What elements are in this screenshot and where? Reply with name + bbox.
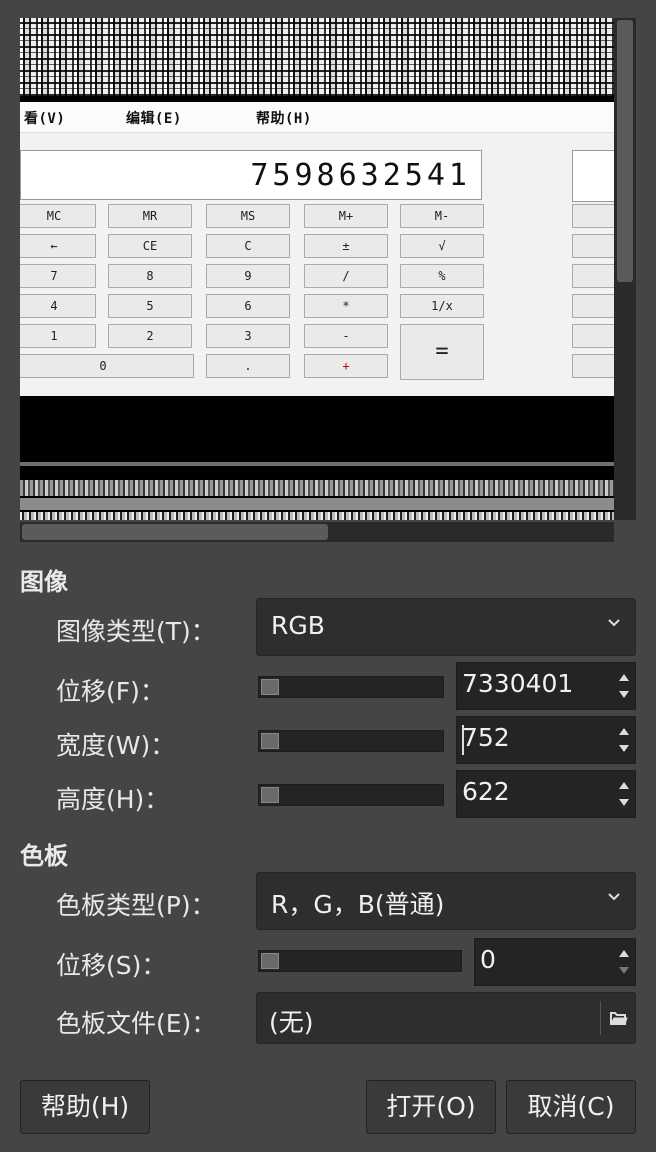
preview-key-right (572, 354, 614, 378)
width-spinbox[interactable]: 752 (456, 716, 636, 764)
preview-key: + (304, 354, 388, 378)
preview-key: - (304, 324, 388, 348)
preview-key: . (206, 354, 290, 378)
scrollbar-thumb[interactable] (22, 524, 328, 540)
spin-up-icon[interactable] (619, 950, 629, 957)
preview-key: 5 (108, 294, 192, 318)
preview-vertical-scrollbar[interactable] (614, 18, 636, 520)
spin-up-icon[interactable] (619, 782, 629, 789)
chevron-down-icon (608, 893, 620, 901)
scrollbar-thumb[interactable] (617, 20, 633, 282)
open-button[interactable]: 打开(O) (366, 1080, 496, 1134)
open-file-button[interactable] (601, 993, 635, 1043)
offset-spinbox[interactable]: 7330401 (456, 662, 636, 710)
preview-key-right (572, 204, 614, 228)
width-label: 宽度(W)： (56, 731, 176, 760)
preview-menu-view: 看(V) (24, 111, 66, 127)
preview-key: 0 (20, 354, 194, 378)
palette-type-label: 色板类型(P)： (56, 891, 216, 920)
palette-section-title: 色板 (20, 842, 68, 870)
preview-key-right (572, 324, 614, 348)
spin-up-icon[interactable] (619, 674, 629, 681)
spin-down-icon[interactable] (619, 967, 629, 974)
palette-offset-slider[interactable] (258, 950, 462, 972)
spin-down-icon[interactable] (619, 691, 629, 698)
preview-key: = (400, 324, 484, 380)
palette-type-select[interactable]: R，G，B(普通) (256, 872, 636, 930)
preview-noise-bottom (20, 398, 614, 520)
width-value: 752 (462, 723, 510, 752)
open-file-icon (610, 1012, 628, 1025)
preview-display-right (572, 150, 614, 202)
height-label: 高度(H)： (56, 785, 170, 814)
slider-handle[interactable] (261, 787, 279, 803)
preview-key: √ (400, 234, 484, 258)
preview-key: ± (304, 234, 388, 258)
palette-type-value: R，G，B(普通) (271, 890, 445, 919)
preview-key: 8 (108, 264, 192, 288)
offset-value: 7330401 (462, 669, 574, 698)
preview-calculator: 看(V) 编辑(E) 帮助(H) 7598632541 MC MR MS M+ … (20, 102, 614, 396)
palette-offset-value: 0 (480, 945, 496, 974)
palette-offset-spinbox[interactable]: 0 (474, 938, 636, 986)
preview-display: 7598632541 (20, 150, 482, 200)
preview-key: 1/x (400, 294, 484, 318)
slider-handle[interactable] (261, 953, 279, 969)
preview-key-right (572, 234, 614, 258)
preview-key: 1 (20, 324, 96, 348)
slider-handle[interactable] (261, 679, 279, 695)
preview-key: 3 (206, 324, 290, 348)
preview-key: % (400, 264, 484, 288)
preview-key: 2 (108, 324, 192, 348)
raw-image-preview: 看(V) 编辑(E) 帮助(H) 7598632541 MC MR MS M+ … (20, 18, 614, 520)
spin-down-icon[interactable] (619, 745, 629, 752)
preview-key: MR (108, 204, 192, 228)
preview-key: ← (20, 234, 96, 258)
preview-key: 9 (206, 264, 290, 288)
image-section-title: 图像 (20, 568, 68, 596)
palette-file-value: (无) (269, 1008, 314, 1037)
preview-menubar: 看(V) 编辑(E) 帮助(H) (20, 102, 614, 133)
spin-up-icon[interactable] (619, 728, 629, 735)
chevron-down-icon (608, 619, 620, 627)
spin-down-icon[interactable] (619, 799, 629, 806)
preview-key: M+ (304, 204, 388, 228)
preview-key: M- (400, 204, 484, 228)
slider-handle[interactable] (261, 733, 279, 749)
preview-key: * (304, 294, 388, 318)
preview-key: / (304, 264, 388, 288)
preview-horizontal-scrollbar[interactable] (20, 522, 614, 542)
preview-menu-help: 帮助(H) (256, 111, 312, 127)
preview-key: MC (20, 204, 96, 228)
preview-key-right (572, 264, 614, 288)
preview-key: CE (108, 234, 192, 258)
palette-file-label: 色板文件(E)： (56, 1009, 217, 1038)
width-slider[interactable] (258, 730, 444, 752)
preview-key-right (572, 294, 614, 318)
image-type-select[interactable]: RGB (256, 598, 636, 656)
height-slider[interactable] (258, 784, 444, 806)
height-spinbox[interactable]: 622 (456, 770, 636, 818)
preview-menu-edit: 编辑(E) (126, 111, 182, 127)
palette-offset-label: 位移(S)： (56, 951, 167, 980)
preview-key: 7 (20, 264, 96, 288)
preview-key: 4 (20, 294, 96, 318)
image-type-value: RGB (271, 611, 325, 640)
cancel-button[interactable]: 取消(C) (506, 1080, 636, 1134)
preview-key: MS (206, 204, 290, 228)
help-button[interactable]: 帮助(H) (20, 1080, 150, 1134)
preview-key: C (206, 234, 290, 258)
offset-label: 位移(F)： (56, 677, 165, 706)
palette-file-chooser[interactable]: (无) (256, 992, 636, 1044)
preview-noise-top (20, 18, 614, 96)
preview-key: 6 (206, 294, 290, 318)
height-value: 622 (462, 777, 510, 806)
offset-slider[interactable] (258, 676, 444, 698)
image-type-label: 图像类型(T)： (56, 617, 216, 646)
